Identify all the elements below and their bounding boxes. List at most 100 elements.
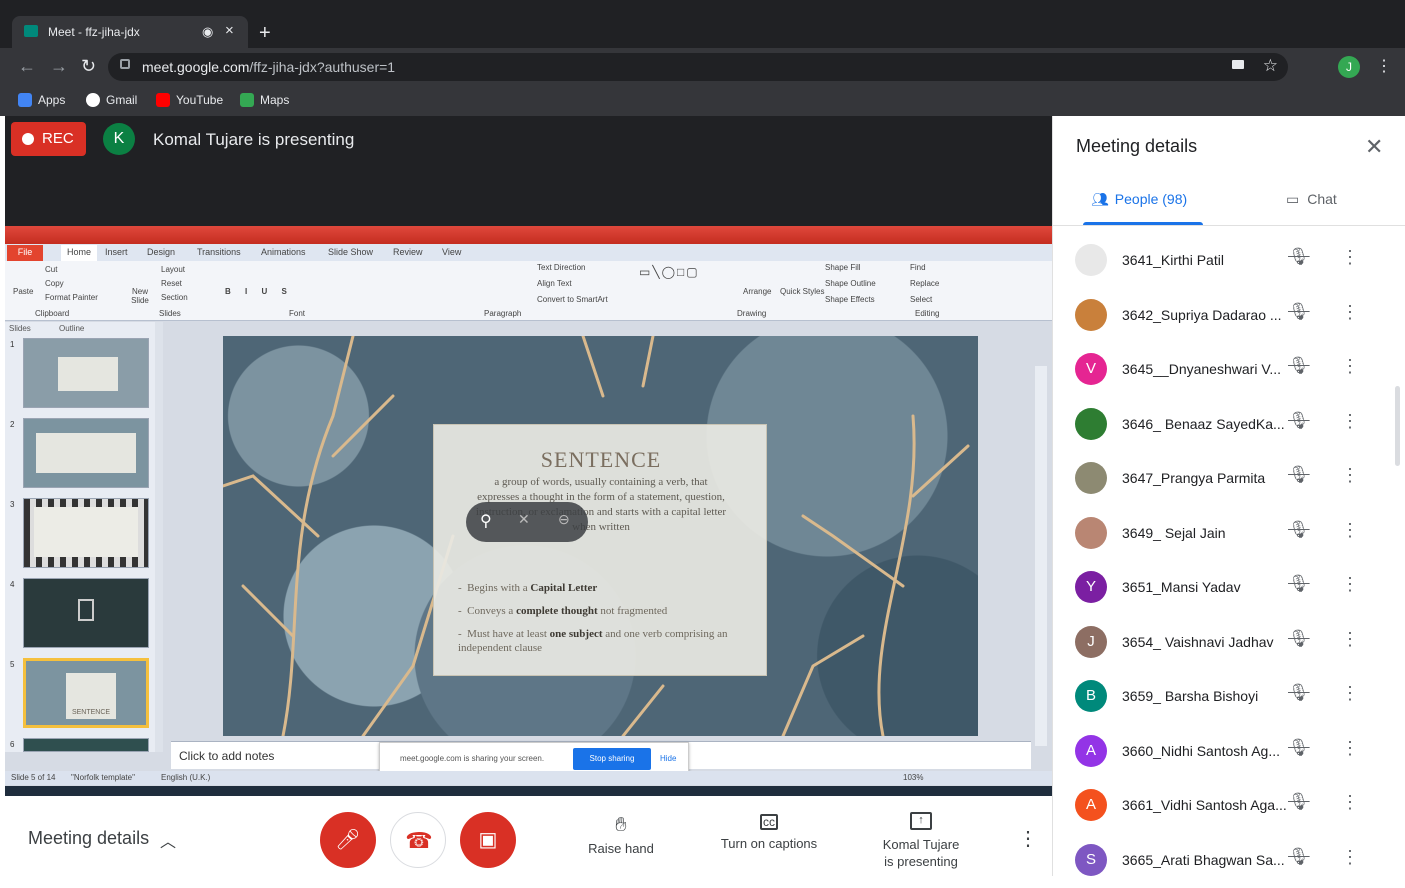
replace-button[interactable]: Replace [910,279,939,288]
profile-avatar[interactable]: J [1338,56,1360,78]
ppt-tab-transitions[interactable]: Transitions [197,247,241,257]
tab-people[interactable]: 👥︎ People (98) [1091,191,1187,208]
shape-outline-button[interactable]: Shape Outline [825,279,876,288]
browser-menu-icon[interactable]: ⋮ [1376,56,1392,76]
slide-thumbnail-2[interactable] [23,418,149,488]
captions-button[interactable]: cc Turn on captions [713,814,825,851]
font-format-buttons[interactable]: B I U S [225,287,293,296]
slide-thumbnail-3[interactable] [23,498,149,568]
ppt-tab-view[interactable]: View [442,247,461,257]
ppt-tab-home[interactable]: Home [61,245,98,261]
ppt-tab-animations[interactable]: Animations [261,247,306,257]
select-button[interactable]: Select [910,295,932,304]
bookmark-apps[interactable]: Apps [18,93,65,107]
hide-share-bar-button[interactable]: Hide [660,754,676,763]
shape-fill-button[interactable]: Shape Fill [825,263,861,272]
ppt-tab-design[interactable]: Design [147,247,175,257]
stop-sharing-button[interactable]: Stop sharing [573,748,651,770]
outline-pane-tab[interactable]: Outline [59,324,84,333]
slide-thumbnail-6[interactable] [23,738,149,752]
participant-row[interactable]: 3649_ Sejal Jain 🎙︎ ⋮ [1053,507,1405,561]
present-screen-icon[interactable]: ↑ [910,812,932,830]
participant-row[interactable]: A 3661_Vidhi Santosh Aga... 🎙︎ ⋮ [1053,779,1405,833]
participant-row[interactable]: S 3665_Arati Bhagwan Sa... 🎙︎ ⋮ [1053,834,1405,888]
participant-more-icon[interactable]: ⋮ [1341,738,1359,759]
participant-row[interactable]: 3642_Supriya Dadarao ... 🎙︎ ⋮ [1053,289,1405,343]
bookmark-star-icon[interactable]: ☆ [1263,56,1278,76]
layout-button[interactable]: Layout [161,265,185,274]
participant-row[interactable]: 3646_ Benaaz SayedKa... 🎙︎ ⋮ [1053,398,1405,452]
participant-row[interactable]: V 3645__Dnyaneshwari V... 🎙︎ ⋮ [1053,343,1405,397]
participant-more-icon[interactable]: ⋮ [1341,847,1359,868]
mic-off-icon[interactable]: 🎙︎ [1288,738,1310,758]
mic-toggle-button[interactable]: 🎤︎ [320,812,376,868]
slide-thumbnail-1[interactable] [23,338,149,408]
participant-row[interactable]: A 3660_Nidhi Santosh Ag... 🎙︎ ⋮ [1053,725,1405,779]
slides-pane-scrollbar[interactable] [155,322,163,752]
slide-textbox[interactable]: SENTENCE a group of words, usually conta… [433,424,767,676]
mic-off-icon[interactable]: 🎙︎ [1288,465,1310,485]
remove-icon[interactable]: ⊖ [558,511,570,528]
find-button[interactable]: Find [910,263,926,272]
raise-hand-button[interactable]: ✋︎ Raise hand [585,814,657,856]
browser-tab[interactable]: Meet - ffz-jiha-jdx ◉ × [12,16,248,48]
address-bar[interactable]: meet.google.com/ffz-jiha-jdx?authuser=1 … [108,53,1288,81]
presenting-status[interactable]: Komal Tujare is presenting [873,836,969,870]
mic-off-icon[interactable]: 🎙︎ [1288,411,1310,431]
close-icon[interactable]: ✕ [1365,134,1383,160]
more-options-icon[interactable]: ⋮ [1018,826,1038,851]
pin-icon[interactable]: ⚲ [480,511,492,531]
slide-vertical-scrollbar[interactable] [1035,366,1047,746]
participant-row[interactable]: 3641_Kirthi Patil 🎙︎ ⋮ [1053,234,1405,288]
ppt-tab-review[interactable]: Review [393,247,423,257]
slide-thumbnail-5[interactable]: SENTENCE [23,658,149,728]
forward-icon[interactable]: → [50,56,68,77]
align-text-button[interactable]: Align Text [537,279,572,288]
section-button[interactable]: Section [161,293,188,302]
participant-row[interactable]: Y 3651_Mansi Yadav 🎙︎ ⋮ [1053,561,1405,615]
chevron-up-icon[interactable]: ︿ [160,828,176,852]
meeting-details-button[interactable]: Meeting details [28,828,149,849]
ppt-tab-slideshow[interactable]: Slide Show [328,247,373,257]
ppt-file-tab[interactable]: File [7,245,43,261]
copy-button[interactable]: Copy [45,279,64,288]
participant-row[interactable]: J 3654_ Vaishnavi Jadhav 🎙︎ ⋮ [1053,616,1405,670]
participant-more-icon[interactable]: ⋮ [1341,629,1359,650]
mic-off-icon[interactable]: 🎙︎ [1288,792,1310,812]
camera-indicator-icon[interactable] [1232,60,1244,69]
reset-button[interactable]: Reset [161,279,182,288]
participant-more-icon[interactable]: ⋮ [1341,302,1359,323]
new-slide-button[interactable]: New Slide [127,287,153,305]
leave-call-button[interactable]: ☎︎ [390,812,446,868]
mic-off-icon[interactable]: 🎙︎ [1288,520,1310,540]
floating-presenter-controls[interactable]: ⚲ ✕ ⊖ [466,502,588,542]
mic-off-icon[interactable]: 🎙︎ [1288,302,1310,322]
participant-row[interactable]: B 3659_ Barsha Bishoyi 🎙︎ ⋮ [1053,670,1405,724]
mic-off-icon[interactable]: 🎙︎ [1288,247,1310,267]
arrange-button[interactable]: Arrange [743,287,771,296]
text-direction-button[interactable]: Text Direction [537,263,585,272]
format-painter-button[interactable]: Format Painter [45,293,98,302]
tab-chat[interactable]: ▭ Chat [1286,191,1337,208]
participant-more-icon[interactable]: ⋮ [1341,792,1359,813]
participant-more-icon[interactable]: ⋮ [1341,356,1359,377]
bookmark-youtube[interactable]: YouTube [156,93,223,107]
paste-button[interactable]: Paste [13,287,33,296]
participant-more-icon[interactable]: ⋮ [1341,465,1359,486]
bookmark-gmail[interactable]: Gmail [86,93,137,107]
mic-off-icon[interactable]: 🎙︎ [1288,847,1310,867]
slide-thumbnail-4[interactable] [23,578,149,648]
participant-row[interactable]: 3647_Prangya Parmita 🎙︎ ⋮ [1053,452,1405,506]
zoom-level[interactable]: 103% [903,773,923,782]
participant-more-icon[interactable]: ⋮ [1341,247,1359,268]
participant-more-icon[interactable]: ⋮ [1341,574,1359,595]
shapes-gallery[interactable]: ▭╲◯□▢ [639,265,700,279]
quick-styles-button[interactable]: Quick Styles [780,287,824,296]
slides-pane-tab[interactable]: Slides [9,324,31,333]
back-icon[interactable]: ← [18,56,36,77]
cut-button[interactable]: Cut [45,265,57,274]
new-tab-button[interactable]: + [259,22,271,45]
participant-more-icon[interactable]: ⋮ [1341,520,1359,541]
participant-list-scrollbar[interactable] [1395,386,1400,466]
shape-effects-button[interactable]: Shape Effects [825,295,875,304]
